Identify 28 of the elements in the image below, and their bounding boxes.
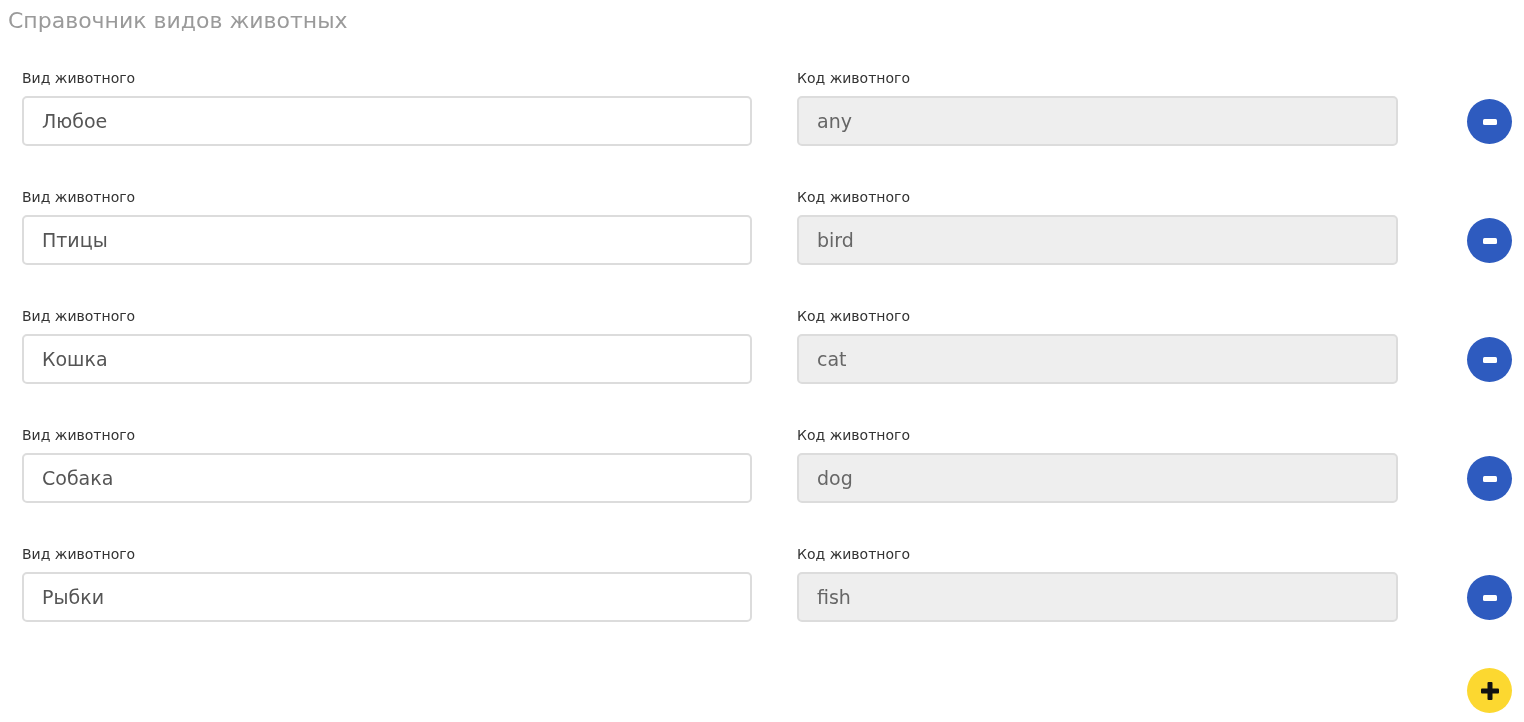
field-label: Код животного: [797, 545, 910, 563]
field-label: Вид животного: [22, 426, 136, 444]
name-field[interactable]: Птицы: [22, 215, 752, 265]
name-field[interactable]: Кошка: [22, 334, 752, 384]
minus-icon: [1482, 356, 1497, 363]
minus-icon: [1482, 118, 1497, 125]
name-field[interactable]: Собака: [22, 453, 752, 503]
field-label: Вид животного: [22, 188, 136, 206]
field-label: Вид животного: [22, 69, 136, 87]
field-label: Код животного: [797, 426, 910, 444]
field-label: Код животного: [797, 188, 910, 206]
add-button[interactable]: [1467, 668, 1512, 713]
field-label: Код животного: [797, 69, 910, 87]
field-label: Код животного: [797, 307, 910, 325]
plus-icon: [1480, 681, 1499, 700]
minus-icon: [1482, 237, 1497, 244]
minus-icon: [1482, 594, 1497, 601]
remove-button[interactable]: [1467, 575, 1512, 620]
field-label: Вид животного: [22, 545, 136, 563]
name-field[interactable]: Любое: [22, 96, 752, 146]
remove-button[interactable]: [1467, 99, 1512, 144]
remove-button[interactable]: [1467, 337, 1512, 382]
field-label: Вид животного: [22, 307, 136, 325]
page-title: Справочник видов животных: [8, 7, 349, 35]
name-field[interactable]: Рыбки: [22, 572, 752, 622]
minus-icon: [1482, 475, 1497, 482]
remove-button[interactable]: [1467, 218, 1512, 263]
remove-button[interactable]: [1467, 456, 1512, 501]
